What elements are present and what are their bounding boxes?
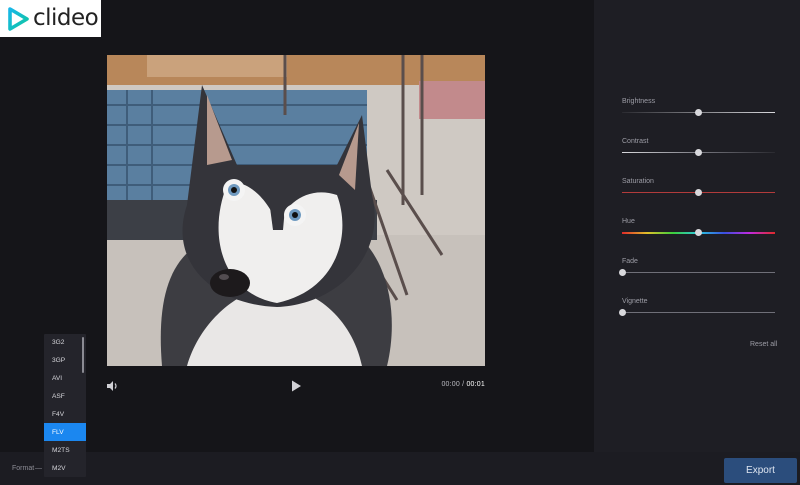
time-separator: /	[462, 381, 465, 388]
slider-label: Brightness	[622, 98, 656, 105]
slider-thumb[interactable]	[695, 149, 702, 156]
editor-canvas: clideo 00:00 / 00:01	[0, 0, 594, 452]
brand-name: clideo	[33, 5, 99, 31]
dropdown-scrollbar[interactable]	[82, 337, 84, 373]
slider-track[interactable]	[618, 269, 775, 276]
format-dropdown[interactable]: 3G2 3GP AVI ASF F4V FLV M2TS M2V	[44, 334, 86, 477]
video-preview[interactable]	[107, 55, 485, 366]
husky-video-frame	[107, 55, 485, 366]
slider-fade: Fade	[618, 258, 775, 276]
slider-thumb[interactable]	[695, 229, 702, 236]
format-option-3g2[interactable]: 3G2	[44, 334, 86, 352]
slider-thumb[interactable]	[695, 109, 702, 116]
reset-all-button[interactable]: Reset all	[750, 341, 777, 348]
slider-brightness: Brightness	[622, 98, 775, 116]
slider-thumb[interactable]	[618, 269, 626, 276]
play-logo-icon	[8, 6, 29, 31]
format-option-f4v[interactable]: F4V	[44, 406, 86, 424]
time-display: 00:00 / 00:01	[441, 381, 485, 388]
format-option-m2ts[interactable]: M2TS	[44, 441, 86, 459]
format-option-m2v[interactable]: M2V	[44, 459, 86, 477]
slider-track[interactable]	[622, 229, 775, 236]
clideo-logo[interactable]: clideo	[0, 0, 101, 37]
player-controls: 00:00 / 00:01	[103, 376, 491, 396]
format-label: Format	[12, 465, 35, 472]
slider-vignette: Vignette	[618, 298, 775, 316]
slider-saturation: Saturation	[622, 178, 775, 196]
slider-hue: Hue	[622, 218, 775, 236]
slider-track[interactable]	[618, 309, 775, 316]
slider-label: Saturation	[622, 178, 654, 185]
format-option-avi[interactable]: AVI	[44, 370, 86, 388]
adjustments-panel: Brightness Contrast Saturation Hue Fade Vigne…	[594, 0, 800, 452]
slider-track[interactable]	[622, 189, 775, 196]
current-time: 00:00	[441, 381, 460, 388]
slider-label: Hue	[622, 218, 635, 225]
format-option-flv[interactable]: FLV	[44, 423, 86, 442]
total-time: 00:01	[466, 381, 485, 388]
slider-thumb[interactable]	[618, 309, 626, 316]
slider-track[interactable]	[622, 109, 775, 116]
slider-track[interactable]	[622, 149, 775, 156]
export-button[interactable]: Export	[724, 458, 797, 483]
slider-contrast: Contrast	[622, 138, 775, 156]
play-icon[interactable]	[289, 379, 303, 393]
slider-label: Vignette	[622, 298, 648, 305]
format-value[interactable]: —	[35, 465, 42, 472]
bottom-toolbar: Format —	[0, 452, 800, 485]
slider-label: Contrast	[622, 138, 649, 145]
slider-label: Fade	[622, 258, 638, 265]
format-option-3gp[interactable]: 3GP	[44, 352, 86, 370]
speaker-icon[interactable]	[105, 379, 119, 393]
format-option-asf[interactable]: ASF	[44, 388, 86, 406]
slider-thumb[interactable]	[695, 189, 702, 196]
